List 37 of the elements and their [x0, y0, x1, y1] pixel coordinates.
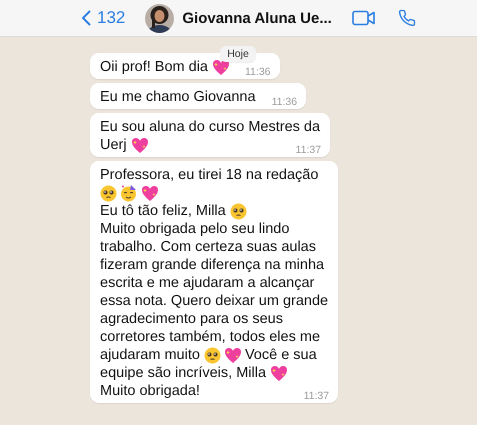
message-text: Eu sou aluna do curso Mestres da — [100, 118, 320, 136]
message-text: Eu tô tão feliz, Milla — [100, 202, 226, 220]
message-text: Professora, eu tirei 18 na redação — [100, 166, 318, 184]
message-text: equipe são incríveis, Milla — [100, 364, 266, 382]
message-text: Muito obrigada! — [100, 382, 200, 400]
message-time: 11:37 — [294, 143, 322, 157]
date-chip: Hoje — [220, 46, 256, 62]
sparkling-heart-icon — [141, 184, 159, 202]
back-link[interactable]: 132 — [82, 8, 126, 28]
phone-icon[interactable] — [398, 9, 416, 27]
message-text: agradecimento para os seus — [100, 310, 283, 328]
message-text: Uerj — [100, 136, 127, 154]
message-time: 11:37 — [302, 389, 330, 403]
teary-face-icon — [100, 184, 117, 202]
message-text: fizeram grande diferença na minha — [100, 256, 324, 274]
unread-count: 132 — [97, 8, 126, 28]
video-call-icon[interactable] — [352, 10, 376, 26]
message-text: Eu me chamo Giovanna — [100, 88, 256, 106]
message-text: essa nota. Quero deixar um grande — [100, 292, 328, 310]
teary-face-icon — [204, 346, 221, 364]
sparkling-heart-icon — [212, 58, 230, 76]
message-text: Oii prof! Bom dia — [100, 58, 208, 76]
message-text: Você e sua — [244, 346, 317, 364]
message-text: trabalho. Com certeza suas aulas — [100, 238, 316, 256]
message-time: 11:36 — [270, 95, 298, 109]
sparkling-heart-icon — [130, 136, 149, 154]
contact-name: Giovanna Aluna Ue... — [182, 10, 332, 26]
sparkling-heart-icon — [270, 364, 288, 382]
party-face-icon — [120, 184, 138, 202]
message-text: ajudaram muito — [100, 346, 200, 364]
teary-face-icon — [230, 202, 247, 220]
message-text: escrita e me ajudaram a alcançar — [100, 274, 314, 292]
message-time: 11:36 — [244, 65, 270, 79]
sparkling-heart-icon — [224, 346, 242, 364]
back-chevron-icon — [82, 10, 91, 26]
message-text: Muito obrigada pelo seu lindo — [100, 220, 290, 238]
message-text: corretores também, todos eles me — [100, 328, 320, 346]
